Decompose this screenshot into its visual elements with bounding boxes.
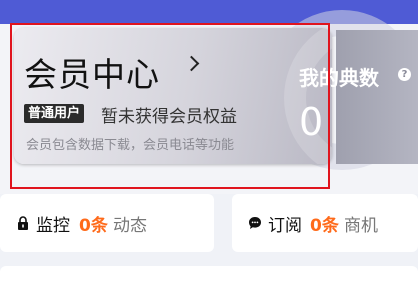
- monitor-sub-label: 动态: [113, 216, 147, 236]
- highlight-box: [10, 23, 330, 189]
- next-card: [0, 266, 418, 296]
- monitor-count: 0条: [79, 216, 108, 236]
- monitor-label: 监控: [36, 216, 70, 236]
- chat-bubble-icon: [249, 217, 261, 229]
- monitor-card[interactable]: 监控 0条 动态: [0, 194, 214, 252]
- subscribe-sub-label: 商机: [344, 216, 378, 236]
- subscribe-label: 订阅: [268, 216, 302, 236]
- subscribe-card[interactable]: 订阅 0条 商机: [232, 194, 418, 252]
- subscribe-count: 0条: [310, 216, 339, 236]
- lock-icon: [18, 216, 28, 230]
- my-dian-panel[interactable]: [336, 30, 418, 164]
- help-icon[interactable]: ?: [398, 68, 411, 81]
